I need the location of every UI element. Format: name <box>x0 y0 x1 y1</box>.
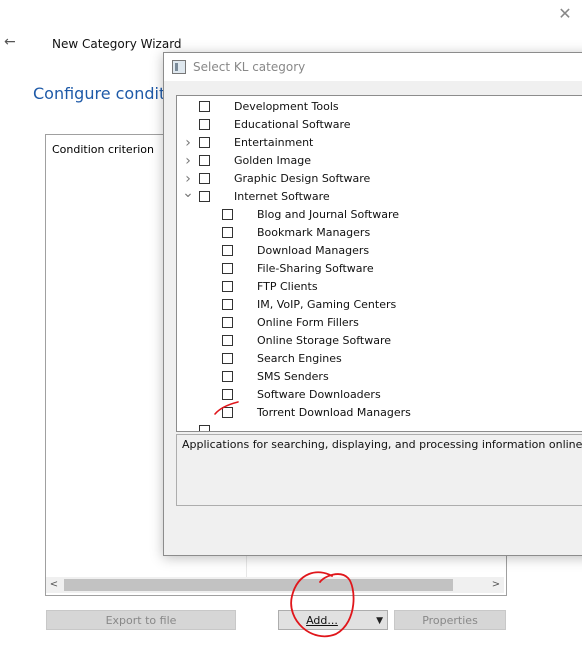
tree-item[interactable]: Educational Software <box>177 116 582 134</box>
export-to-file-button[interactable]: Export to file <box>46 610 236 630</box>
tree-item-label: IM, VoIP, Gaming Centers <box>257 298 397 311</box>
tree-item[interactable]: › Entertainment <box>177 134 582 152</box>
tree-item[interactable]: SMS Senders <box>177 368 582 386</box>
tree-item-label: Torrent Download Managers <box>257 406 411 419</box>
scroll-left-icon[interactable]: < <box>46 577 62 593</box>
tree-item[interactable]: Online Storage Software <box>177 332 582 350</box>
scroll-right-icon[interactable]: > <box>488 577 504 593</box>
tree-item-checkbox[interactable] <box>199 173 210 184</box>
tree-item-label: Bookmark Managers <box>257 226 371 239</box>
dialog-title: Select KL category <box>193 60 306 74</box>
horizontal-scrollbar[interactable]: < > <box>46 577 504 593</box>
tree-item[interactable]: Bookmark Managers <box>177 224 582 242</box>
chevron-right-icon[interactable]: › <box>181 134 195 152</box>
tree-item[interactable]: Torrent Download Managers <box>177 404 582 422</box>
tree-item[interactable]: File-Sharing Software <box>177 260 582 278</box>
tree-item-checkbox[interactable] <box>199 101 210 112</box>
tree-item-label: SMS Senders <box>257 370 329 383</box>
tree-item[interactable]: IM, VoIP, Gaming Centers <box>177 296 582 314</box>
condition-criterion-header: Condition criterion <box>52 143 154 156</box>
tree-item-label: Online Storage Software <box>257 334 392 347</box>
add-button-label: Add... <box>306 614 338 627</box>
tree-item[interactable]: Download Managers <box>177 242 582 260</box>
tree-item[interactable]: Software Downloaders <box>177 386 582 404</box>
tree-item[interactable]: Online Form Fillers <box>177 314 582 332</box>
tree-item-label: Software Downloaders <box>257 388 381 401</box>
tree-item-checkbox[interactable] <box>222 263 233 274</box>
tree-item[interactable]: Search Engines <box>177 350 582 368</box>
tree-item-label: Internet Software <box>234 190 330 203</box>
back-arrow-icon[interactable]: ← <box>4 34 16 50</box>
tree-item[interactable]: Blog and Journal Software <box>177 206 582 224</box>
tree-item-checkbox[interactable] <box>199 191 210 202</box>
scrollbar-thumb[interactable] <box>64 579 453 591</box>
tree-item-checkbox[interactable] <box>222 299 233 310</box>
tree-item[interactable]: ⌄ Internet Software <box>177 185 582 206</box>
chevron-down-icon[interactable]: ⌄ <box>181 184 195 202</box>
add-button[interactable]: Add... ▼ <box>278 610 388 630</box>
tree-item-checkbox[interactable] <box>222 371 233 382</box>
properties-button[interactable]: Properties <box>394 610 506 630</box>
dropdown-arrow-icon[interactable]: ▼ <box>376 611 383 631</box>
tree-item-checkbox[interactable] <box>222 353 233 364</box>
tree-item[interactable]: › Graphic Design Software <box>177 170 582 188</box>
chevron-right-icon[interactable]: › <box>181 152 195 170</box>
tree-item-checkbox[interactable] <box>199 137 210 148</box>
category-tree[interactable]: Development Tools Educational Software › En… <box>176 95 582 432</box>
tree-item-checkbox[interactable] <box>222 407 233 418</box>
wizard-title: New Category Wizard <box>52 37 182 51</box>
tree-item[interactable] <box>177 422 582 431</box>
tree-item-label: Search Engines <box>257 352 342 365</box>
tree-item[interactable]: › Golden Image <box>177 152 582 170</box>
tree-item-checkbox[interactable] <box>199 155 210 166</box>
tree-item-label: Graphic Design Software <box>234 172 371 185</box>
description-box: Applications for searching, displaying, … <box>176 434 582 506</box>
tree-item-label: Development Tools <box>234 100 339 113</box>
tree-item-label: Entertainment <box>234 136 314 149</box>
tree-item-label: Golden Image <box>234 154 311 167</box>
tree-item-checkbox[interactable] <box>222 317 233 328</box>
tree-item-checkbox[interactable] <box>199 425 210 431</box>
tree-item-checkbox[interactable] <box>222 281 233 292</box>
tree-item-checkbox[interactable] <box>222 245 233 256</box>
tree-item-label: Download Managers <box>257 244 370 257</box>
tree-item[interactable]: FTP Clients <box>177 278 582 296</box>
tree-item-label: Online Form Fillers <box>257 316 359 329</box>
select-kl-category-dialog: Select KL category Development Tools Educ… <box>163 52 582 556</box>
dialog-titlebar[interactable]: Select KL category <box>164 53 582 81</box>
tree-item-label: Educational Software <box>234 118 351 131</box>
description-text: Applications for searching, displaying, … <box>182 438 582 451</box>
tree-item-label: Blog and Journal Software <box>257 208 400 221</box>
close-icon[interactable]: ✕ <box>554 4 576 24</box>
window-icon <box>172 60 186 74</box>
tree-item-label: FTP Clients <box>257 280 318 293</box>
tree-item[interactable]: Development Tools <box>177 98 582 116</box>
tree-item-checkbox[interactable] <box>222 209 233 220</box>
tree-item-label: File-Sharing Software <box>257 262 374 275</box>
tree-item-checkbox[interactable] <box>199 119 210 130</box>
tree-item-checkbox[interactable] <box>222 335 233 346</box>
tree-item-checkbox[interactable] <box>222 389 233 400</box>
tree-item-checkbox[interactable] <box>222 227 233 238</box>
